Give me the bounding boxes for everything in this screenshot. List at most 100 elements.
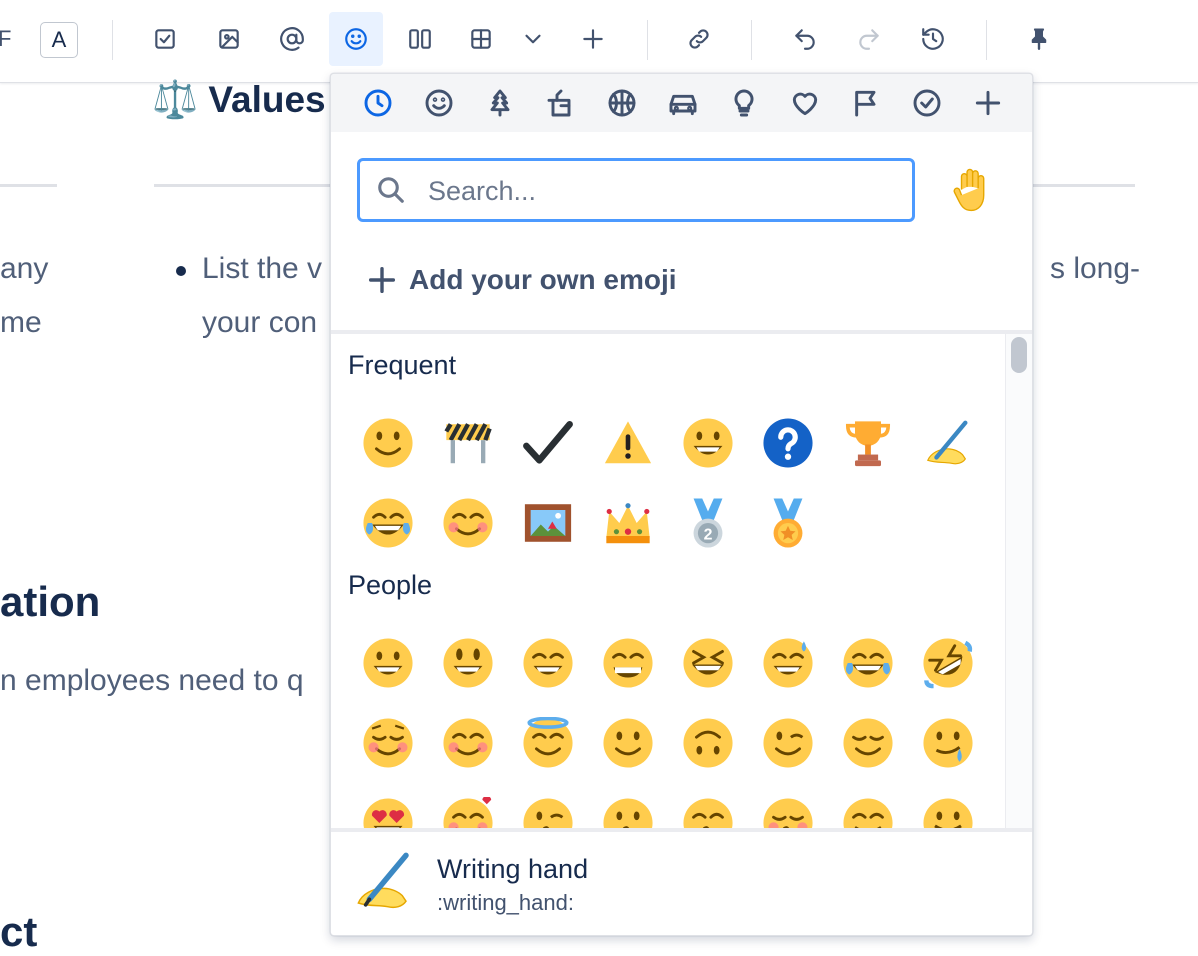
emoji-grinning[interactable] (671, 406, 745, 480)
emoji-sports-medal[interactable] (751, 486, 825, 560)
insert-more-button[interactable] (566, 12, 620, 66)
category-food-tab[interactable] (542, 84, 580, 122)
sports-medal-icon (773, 498, 803, 548)
emoji-innocent[interactable] (511, 706, 585, 780)
redo-button[interactable] (842, 12, 896, 66)
table-icon (471, 29, 491, 49)
category-custom-tab[interactable] (969, 84, 1007, 122)
version-history-button[interactable] (906, 12, 960, 66)
category-activity-tab[interactable] (603, 84, 641, 122)
text-color-button[interactable]: A (40, 22, 78, 58)
category-frequent-tab[interactable] (359, 84, 397, 122)
emoji-kissing-heart[interactable] (511, 786, 585, 828)
laughing-icon (683, 638, 733, 688)
emoji-second-place-medal[interactable]: 2 (671, 486, 745, 560)
balance-scale-emoji: ⚖️ (152, 78, 199, 121)
scrollbar-thumb[interactable] (1011, 337, 1027, 373)
tongue-icon (923, 798, 973, 828)
emoji-heart-eyes[interactable] (351, 786, 425, 828)
emoji-wink[interactable] (751, 706, 825, 780)
emoji-grin[interactable] (591, 626, 665, 700)
emoji-smiling-hearts[interactable] (431, 786, 505, 828)
emoji-list: Frequent 2 People (331, 334, 1001, 828)
emoji-blush[interactable] (431, 486, 505, 560)
category-people-tab[interactable] (420, 84, 458, 122)
kissing-closed-icon (763, 798, 813, 828)
category-objects-tab[interactable] (725, 84, 763, 122)
bullet-text: List the v (202, 252, 323, 285)
emoji-construction[interactable] (431, 406, 505, 480)
editor-toolbar: F A (0, 0, 1198, 83)
emoji-blush[interactable] (431, 706, 505, 780)
add-own-emoji-button[interactable]: Add your own emoji (365, 260, 677, 300)
flag-icon (855, 90, 876, 117)
table-options-dropdown[interactable] (506, 12, 560, 66)
emoji-crown[interactable] (591, 486, 665, 560)
undo-button[interactable] (778, 12, 832, 66)
emoji-relieved[interactable] (831, 706, 905, 780)
emoji-slight-smile[interactable] (351, 406, 425, 480)
values-heading: ⚖️ Values (152, 78, 326, 122)
emoji-tongue[interactable] (911, 786, 985, 828)
blush-icon (443, 718, 493, 768)
emoji-laughing[interactable] (671, 626, 745, 700)
emoji-kissing[interactable] (591, 786, 665, 828)
category-travel-tab[interactable] (664, 84, 702, 122)
emoji-rofl[interactable] (911, 626, 985, 700)
emoji-joy[interactable] (831, 626, 905, 700)
yum-drool-icon (923, 718, 973, 768)
warning-icon (604, 421, 652, 464)
emoji-check-mark[interactable] (511, 406, 585, 480)
bullet-text-line-2: your con (202, 306, 318, 339)
emoji-kissing-closed[interactable] (751, 786, 825, 828)
emoji-upside-down[interactable] (671, 706, 745, 780)
section-heading: ation (0, 578, 101, 625)
pin-toolbar-button[interactable] (1012, 12, 1066, 66)
emoji-slight-smile[interactable] (591, 706, 665, 780)
values-heading-text: Values (208, 79, 326, 120)
emoji-picker: Add your own emoji Frequent 2 People Wri… (330, 73, 1033, 936)
emoji-grinning[interactable] (351, 626, 425, 700)
add-own-emoji-label: Add your own emoji (409, 264, 677, 295)
emoji-joy[interactable] (351, 486, 425, 560)
mention-button[interactable] (265, 12, 319, 66)
category-nature-tab[interactable] (481, 84, 519, 122)
emoji-yum[interactable] (831, 786, 905, 828)
action-item-button[interactable] (138, 12, 192, 66)
undo-icon (795, 29, 815, 50)
category-productivity-tab[interactable] (908, 84, 946, 122)
layouts-button[interactable] (393, 12, 447, 66)
emoji-kissing-smiling[interactable] (671, 786, 745, 828)
emoji-yum-drool[interactable] (911, 706, 985, 780)
emoji-button[interactable] (329, 12, 383, 66)
emoji-trophy[interactable] (831, 406, 905, 480)
insert-table-button[interactable] (454, 12, 508, 66)
emoji-relaxed[interactable] (351, 706, 425, 780)
emoji-warning[interactable] (591, 406, 665, 480)
yum-icon (843, 798, 893, 828)
emoji-list-scrollbar[interactable] (1005, 334, 1032, 828)
plus-icon (975, 90, 1001, 116)
section-divider (0, 184, 57, 187)
at-sign-icon (280, 27, 304, 51)
emoji-writing-hand[interactable] (911, 406, 985, 480)
insert-link-button[interactable] (672, 12, 726, 66)
emoji-smile[interactable] (511, 626, 585, 700)
category-flags-tab[interactable] (847, 84, 885, 122)
emoji-search-input[interactable] (426, 169, 900, 213)
emoji-search-box[interactable] (357, 158, 915, 222)
bullet-text-tail: s long- (1050, 252, 1141, 285)
emoji-question[interactable] (751, 406, 825, 480)
skin-tone-selector[interactable] (945, 162, 1003, 220)
section-label-frequent: Frequent (348, 350, 457, 380)
plus-icon (368, 266, 396, 294)
section-body-text: n employees need to q (0, 664, 304, 697)
smiley-icon (345, 28, 367, 50)
insert-image-button[interactable] (202, 12, 256, 66)
kissing-heart-icon (523, 798, 573, 828)
emoji-sweat-smile[interactable] (751, 626, 825, 700)
emoji-smiley[interactable] (431, 626, 505, 700)
emoji-framed-picture[interactable] (511, 486, 585, 560)
category-symbols-tab[interactable] (786, 84, 824, 122)
smiling-hearts-icon (443, 797, 493, 828)
